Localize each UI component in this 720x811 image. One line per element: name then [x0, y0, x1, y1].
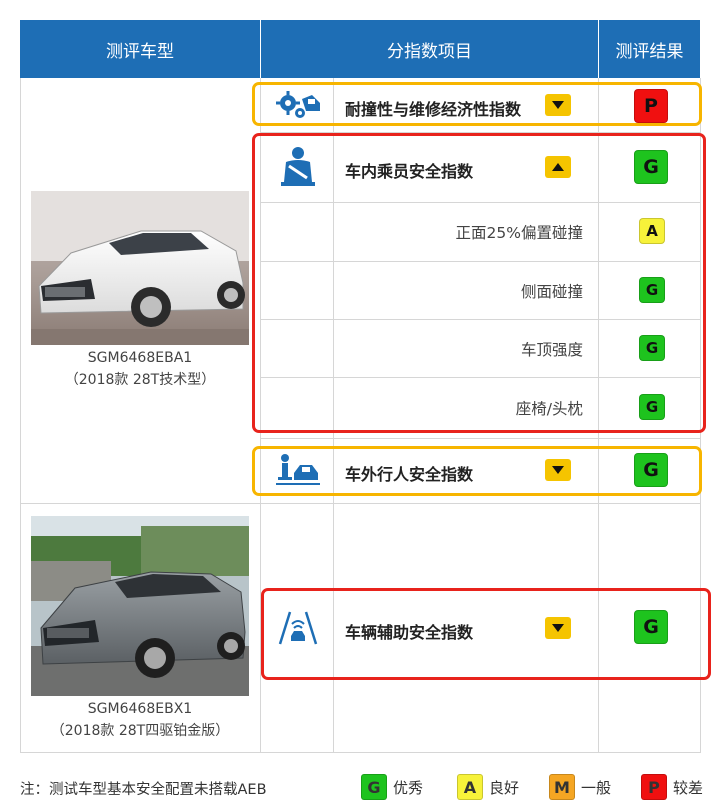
legend-grade: P [641, 774, 667, 800]
legend-item-A: A 良好 [457, 772, 519, 802]
vehicle-caption: SGM6468EBA1 （2018款 28T技术型） [20, 347, 260, 391]
grid-line [20, 503, 700, 504]
legend-grade: M [549, 774, 575, 800]
header-result: 测评结果 [599, 20, 700, 78]
legend-grade: G [361, 774, 387, 800]
grid-line [20, 752, 700, 753]
legend-label: 较差 [673, 778, 704, 797]
header-item: 分指数项目 [261, 20, 598, 78]
legend-item-P: P 较差 [641, 772, 703, 802]
legend-item-G: G 优秀 [361, 772, 423, 802]
legend-grade: A [457, 774, 483, 800]
legend-label: 优秀 [393, 778, 424, 797]
header-model: 测评车型 [20, 20, 260, 78]
legend-label: 良好 [489, 778, 520, 797]
highlight-box-crash-repair [252, 82, 702, 126]
highlight-box-pedestrian [252, 446, 702, 496]
vehicle-photo-gray [31, 516, 249, 696]
highlight-box-assist [261, 588, 711, 680]
vehicle-photo-white [31, 191, 249, 345]
vehicle-trim: （2018款 28T四驱铂金版） [50, 723, 230, 739]
legend-label: 一般 [581, 778, 612, 797]
legend-item-M: M 一般 [549, 772, 611, 802]
footer-note: 注：测试车型基本安全配置未搭载AEB [20, 782, 267, 798]
vehicle-code: SGM6468EBX1 [87, 701, 193, 717]
grid-line [20, 78, 21, 753]
vehicle-caption: SGM6468EBX1 （2018款 28T四驱铂金版） [20, 698, 260, 742]
header-item-label: 分指数项目 [387, 41, 472, 62]
vehicle-code: SGM6468EBA1 [87, 350, 193, 366]
header-model-label: 测评车型 [106, 41, 174, 62]
highlight-box-occupant [252, 133, 706, 433]
vehicle-trim: （2018款 28T技术型） [64, 372, 216, 388]
grid-line [260, 438, 700, 439]
header-result-label: 测评结果 [615, 41, 684, 62]
